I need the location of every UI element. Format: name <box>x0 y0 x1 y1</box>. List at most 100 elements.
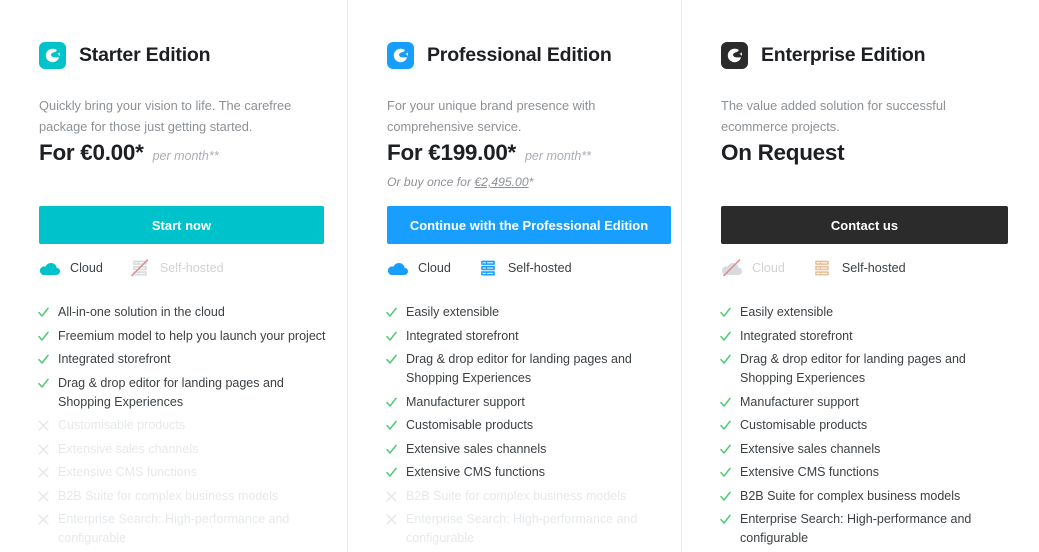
shopware-logo-icon <box>387 41 414 69</box>
feature-list: All-in-one solution in the cloud Freemium… <box>38 303 328 552</box>
feature-label: Extensive sales channels <box>406 441 547 456</box>
feature-label: All-in-one solution in the cloud <box>58 305 225 319</box>
feature-item: Manufacturer support <box>720 393 1020 412</box>
feature-label: Drag & drop editor for landing pages and… <box>406 352 632 385</box>
price-line: For €199.00* per month** <box>387 140 591 166</box>
price-period: per month** <box>152 149 219 163</box>
check-icon <box>38 328 49 345</box>
check-icon <box>386 304 397 321</box>
feature-label: Customisable products <box>406 418 534 432</box>
price-alternative-suffix: * <box>528 175 534 189</box>
feature-list: Easily extensible Integrated storefront Dr… <box>720 303 1020 552</box>
plan-title: Starter Edition <box>79 43 211 66</box>
deployment-label: Cloud <box>418 261 451 275</box>
price-line: For €0.00* per month** <box>39 140 219 166</box>
feature-item: Integrated storefront <box>386 327 669 346</box>
price-alternative-amount[interactable]: €2,495.00 <box>474 175 528 189</box>
feature-item: B2B Suite for complex business models <box>386 487 669 506</box>
feature-item: Enterprise Search: High-performance and … <box>386 510 669 548</box>
feature-item: Integrated storefront <box>720 327 1020 346</box>
check-icon <box>720 304 731 321</box>
feature-item: Extensive CMS functions <box>38 463 328 482</box>
feature-label: Freemium model to help you launch your p… <box>58 328 326 343</box>
feature-label: B2B Suite for complex business models <box>406 488 627 503</box>
feature-label: Extensive sales channels <box>58 441 199 456</box>
cta-button-enterprise[interactable]: Contact us <box>721 206 1008 244</box>
price-block: For €0.00* per month** <box>39 140 219 166</box>
cross-icon <box>38 417 49 434</box>
plan-card-enterprise: Enterprise Edition The value added soluti… <box>681 0 1039 552</box>
feature-item: Customisable products <box>386 416 669 435</box>
feature-item: Extensive sales channels <box>38 440 328 459</box>
feature-item: Integrated storefront <box>38 350 328 369</box>
feature-item: B2B Suite for complex business models <box>38 487 328 506</box>
price-period: per month** <box>524 149 591 163</box>
check-icon <box>720 464 731 481</box>
cross-icon <box>38 441 49 458</box>
plan-description: Quickly bring your vision to life. The c… <box>39 98 292 134</box>
check-icon <box>720 488 731 505</box>
feature-label: Enterprise Search: High-performance and … <box>740 512 972 545</box>
feature-item: Easily extensible <box>386 303 669 322</box>
deployment-options: Cloud Self-hosted <box>721 258 906 278</box>
deployment-options: Cloud Self-hosted <box>387 258 572 278</box>
check-icon <box>720 394 731 411</box>
feature-item: Easily extensible <box>720 303 1020 322</box>
price-amount: On Request <box>721 140 845 165</box>
cloud-icon <box>39 258 61 278</box>
deployment-option-cloud: Cloud <box>39 258 103 278</box>
feature-label: Integrated storefront <box>740 328 853 343</box>
feature-label: Extensive CMS functions <box>740 465 879 479</box>
feature-label: Customisable products <box>58 418 186 432</box>
plan-card-starter: Starter Edition Quickly bring your vision… <box>0 0 347 552</box>
feature-label: Drag & drop editor for landing pages and… <box>58 375 284 409</box>
feature-item: B2B Suite for complex business models <box>720 487 1020 506</box>
feature-label: Manufacturer support <box>740 394 859 409</box>
feature-item: Freemium model to help you launch your p… <box>38 327 328 346</box>
cloud-icon <box>721 258 743 278</box>
feature-label: Extensive CMS functions <box>58 465 197 479</box>
feature-item: Enterprise Search: High-performance and … <box>38 510 328 548</box>
check-icon <box>720 351 731 368</box>
check-icon <box>386 351 397 368</box>
price-line: On Request <box>721 140 845 166</box>
cross-icon <box>38 488 49 505</box>
feature-label: Manufacturer support <box>406 394 525 409</box>
feature-item: Extensive sales channels <box>386 440 669 459</box>
feature-list: Easily extensible Integrated storefront Dr… <box>386 303 669 552</box>
check-icon <box>386 441 397 458</box>
plan-title: Enterprise Edition <box>761 43 926 66</box>
price-alternative[interactable]: Or buy once for €2,495.00* <box>387 175 591 189</box>
feature-item: Extensive CMS functions <box>386 463 669 482</box>
deployment-option-self-hosted: Self-hosted <box>811 258 906 278</box>
server-icon <box>477 258 499 278</box>
server-icon <box>129 258 151 278</box>
deployment-label: Self-hosted <box>841 261 906 275</box>
feature-item: Extensive CMS functions <box>720 463 1020 482</box>
shopware-logo-icon <box>39 41 66 69</box>
deployment-option-self-hosted: Self-hosted <box>477 258 572 278</box>
feature-label: Drag & drop editor for landing pages and… <box>740 352 966 385</box>
feature-label: B2B Suite for complex business models <box>740 488 961 503</box>
deployment-options: Cloud Self-hosted <box>39 258 224 278</box>
price-block: On Request <box>721 140 845 166</box>
check-icon <box>38 351 49 368</box>
check-icon <box>386 394 397 411</box>
feature-label: Enterprise Search: High-performance and … <box>58 512 290 545</box>
feature-label: Extensive sales channels <box>740 441 881 456</box>
price-block: For €199.00* per month** Or buy once for €… <box>387 140 591 189</box>
check-icon <box>386 328 397 345</box>
cta-button-professional[interactable]: Continue with the Professional Edition <box>387 206 671 244</box>
plan-header-starter: Starter Edition <box>39 32 308 78</box>
feature-item: Extensive sales channels <box>720 440 1020 459</box>
feature-label: Integrated storefront <box>406 328 519 343</box>
deployment-label: Cloud <box>752 261 785 275</box>
feature-label: Enterprise Search: High-performance and … <box>406 512 638 545</box>
check-icon <box>386 417 397 434</box>
check-icon <box>720 441 731 458</box>
server-icon <box>811 258 833 278</box>
cta-button-starter[interactable]: Start now <box>39 206 324 244</box>
price-amount: For €199.00* <box>387 140 516 165</box>
cross-icon <box>38 511 49 528</box>
feature-label: Easily extensible <box>740 305 834 319</box>
